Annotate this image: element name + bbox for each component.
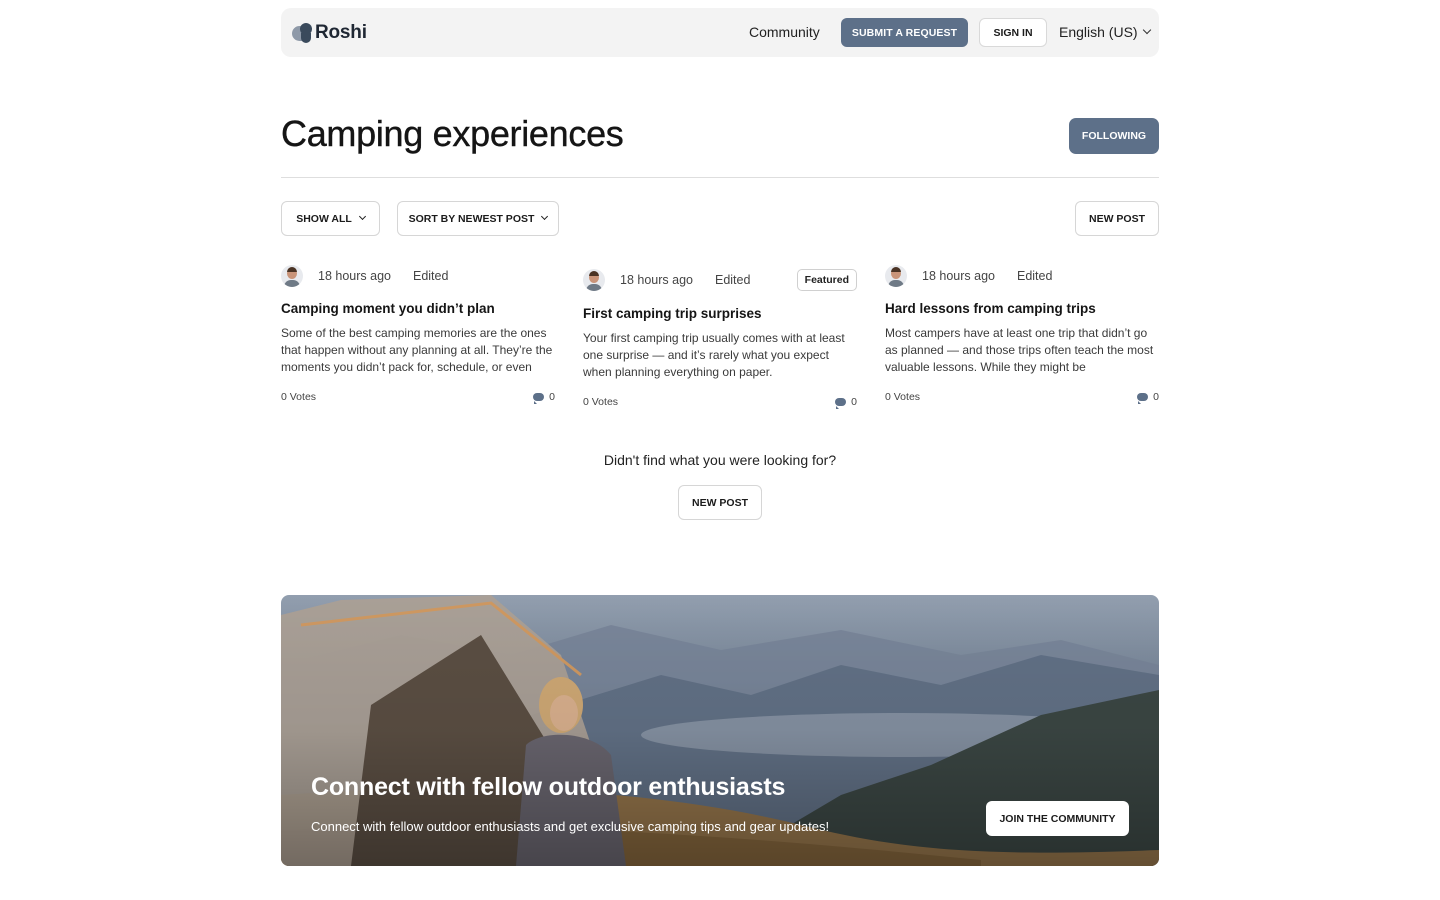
- post-excerpt: Most campers have at least one trip that…: [885, 326, 1154, 374]
- post-card[interactable]: 18 hours ago Edited Featured First campi…: [583, 266, 857, 409]
- banner-title: Connect with fellow outdoor enthusiasts: [311, 773, 786, 801]
- page-title: Camping experiences: [281, 113, 624, 154]
- post-time: 18 hours ago: [318, 269, 391, 283]
- divider: [281, 177, 1159, 178]
- language-label: English (US): [1059, 24, 1138, 40]
- post-edited: Edited: [714, 272, 751, 287]
- post-meta: 18 hours ago Edited Featured: [583, 266, 857, 293]
- chevron-down-icon: [358, 212, 366, 221]
- post-time: 18 hours ago: [620, 272, 693, 287]
- comment-icon: [1137, 393, 1149, 404]
- post-comments[interactable]: 0: [1137, 391, 1159, 404]
- chevron-down-icon: [1142, 25, 1151, 35]
- banner-subtitle: Connect with fellow outdoor enthusiasts …: [311, 819, 830, 834]
- show-all-label: SHOW ALL: [296, 212, 352, 225]
- sort-label: SORT BY NEWEST POST: [408, 212, 535, 225]
- avatar: [281, 265, 303, 287]
- post-card[interactable]: 18 hours ago Edited Hard lessons from ca…: [885, 264, 1159, 404]
- post-footer: 0 Votes 0: [281, 391, 555, 404]
- featured-badge: Featured: [796, 268, 857, 291]
- not-found-text: Didn't find what you were looking for?: [603, 452, 837, 468]
- sort-dropdown[interactable]: SORT BY NEWEST POST: [397, 201, 559, 236]
- language-selector[interactable]: English (US): [1059, 24, 1151, 40]
- avatar: [583, 268, 605, 291]
- logo-mark-icon: [292, 23, 312, 43]
- comment-icon: [533, 393, 545, 404]
- avatar: [885, 265, 907, 287]
- show-all-dropdown[interactable]: SHOW ALL: [281, 201, 380, 236]
- post-excerpt: Some of the best camping memories are th…: [281, 326, 553, 374]
- post-meta: 18 hours ago Edited: [281, 264, 555, 288]
- post-card[interactable]: 18 hours ago Edited Camping moment you d…: [281, 264, 555, 404]
- logo[interactable]: Roshi: [292, 22, 367, 44]
- submit-request-button[interactable]: SUBMIT A REQUEST: [841, 18, 968, 47]
- post-title[interactable]: Hard lessons from camping trips: [885, 301, 1159, 316]
- comment-icon: [835, 398, 847, 409]
- post-comments[interactable]: 0: [835, 396, 857, 409]
- new-post-button[interactable]: NEW POST: [678, 485, 762, 520]
- post-title[interactable]: Camping moment you didn’t plan: [281, 301, 555, 316]
- sign-in-button[interactable]: SIGN IN: [979, 18, 1047, 47]
- post-meta: 18 hours ago Edited: [885, 264, 1159, 288]
- post-comments[interactable]: 0: [533, 391, 555, 404]
- post-votes: 0 Votes: [583, 396, 619, 408]
- comment-count: 0: [549, 391, 555, 403]
- post-votes: 0 Votes: [885, 391, 921, 403]
- site-header: Roshi Community SUBMIT A REQUEST SIGN IN…: [281, 8, 1159, 57]
- post-votes: 0 Votes: [281, 391, 317, 403]
- chevron-down-icon: [541, 212, 549, 221]
- following-button[interactable]: FOLLOWING: [1069, 118, 1159, 154]
- post-footer: 0 Votes 0: [583, 396, 857, 409]
- post-edited: Edited: [412, 269, 449, 283]
- post-time: 18 hours ago: [922, 269, 995, 283]
- nav-community-link[interactable]: Community: [749, 24, 820, 40]
- post-title[interactable]: First camping trip surprises: [583, 306, 857, 321]
- post-excerpt: Your first camping trip usually comes wi…: [583, 331, 845, 379]
- post-edited: Edited: [1016, 269, 1053, 283]
- join-community-button[interactable]: JOIN THE COMMUNITY: [986, 801, 1129, 836]
- community-banner: Connect with fellow outdoor enthusiasts …: [281, 595, 1159, 866]
- comment-count: 0: [1153, 391, 1159, 403]
- logo-text: Roshi: [315, 22, 367, 43]
- comment-count: 0: [851, 396, 857, 408]
- new-post-button[interactable]: NEW POST: [1075, 201, 1159, 236]
- post-footer: 0 Votes 0: [885, 391, 1159, 404]
